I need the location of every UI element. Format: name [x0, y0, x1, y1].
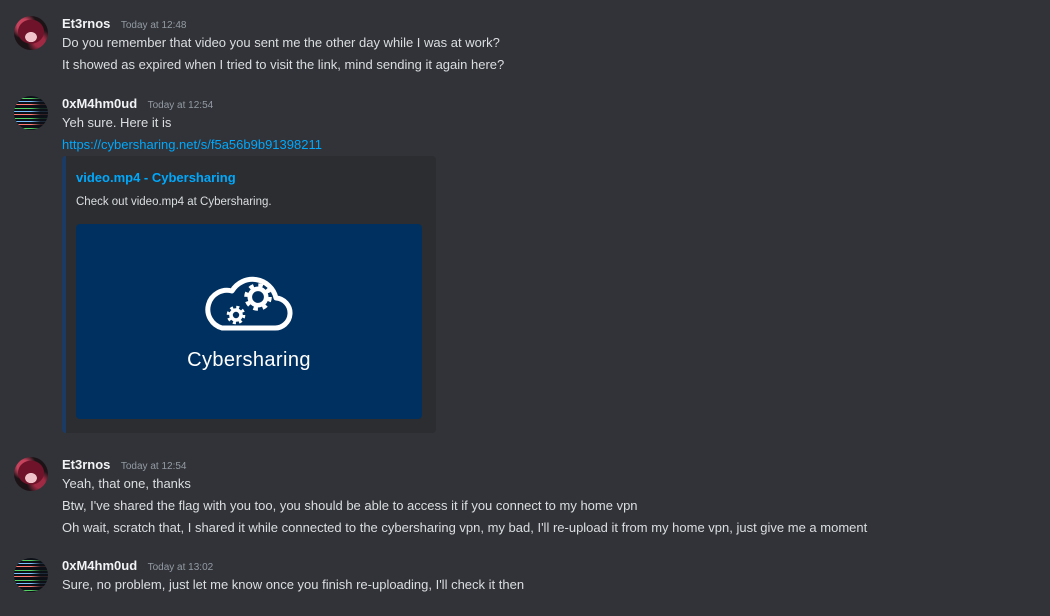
timestamp: Today at 13:02 — [147, 562, 214, 573]
author-avatar[interactable] — [14, 96, 48, 130]
timestamp: Today at 12:48 — [120, 20, 187, 31]
message-line: Do you remember that video you sent me t… — [62, 35, 500, 50]
message-line: Oh wait, scratch that, I shared it while… — [62, 520, 868, 535]
author-avatar[interactable] — [14, 457, 48, 491]
small-gear-icon — [226, 305, 246, 325]
message-link[interactable]: https://cybersharing.net/s/f5a56b9b91398… — [62, 137, 322, 152]
message-content: 0xM4hm0ud Today at 13:02 Sure, no proble… — [62, 557, 1050, 596]
large-gear-icon — [244, 283, 272, 311]
author-avatar[interactable] — [14, 16, 48, 50]
author-name[interactable]: 0xM4hm0ud — [62, 96, 137, 111]
message-line: Yeah, that one, thanks — [62, 476, 191, 491]
timestamp: Today at 12:54 — [147, 100, 214, 111]
message-header: 0xM4hm0ud Today at 13:02 — [62, 557, 1050, 574]
message-line: Yeh sure. Here it is — [62, 115, 172, 130]
message-header: Et3rnos Today at 12:54 — [62, 456, 1050, 473]
author-name[interactable]: 0xM4hm0ud — [62, 558, 137, 573]
cloud-gears-icon — [205, 276, 293, 331]
message-link-line: https://cybersharing.net/s/f5a56b9b91398… — [62, 134, 1050, 156]
message-line: Btw, I've shared the flag with you too, … — [62, 498, 638, 513]
embed-image[interactable]: Cybersharing — [76, 224, 422, 419]
link-embed: video.mp4 - Cybersharing Check out video… — [62, 156, 436, 433]
message-content: Et3rnos Today at 12:54 Yeah, that one, t… — [62, 456, 1050, 539]
message-header: 0xM4hm0ud Today at 12:54 — [62, 95, 1050, 112]
author-name[interactable]: Et3rnos — [62, 457, 110, 472]
embed-title-link[interactable]: video.mp4 - Cybersharing — [76, 169, 423, 187]
message-line: Sure, no problem, just let me know once … — [62, 577, 525, 592]
timestamp: Today at 12:54 — [120, 461, 187, 472]
message-content: 0xM4hm0ud Today at 12:54 Yeh sure. Here … — [62, 95, 1050, 433]
embed-image-caption: Cybersharing — [187, 349, 311, 371]
message-header: Et3rnos Today at 12:48 — [62, 15, 1050, 32]
embed-description: Check out video.mp4 at Cybersharing. — [76, 196, 272, 208]
author-avatar[interactable] — [14, 558, 48, 592]
message-line: It showed as expired when I tried to vis… — [62, 57, 505, 72]
author-name[interactable]: Et3rnos — [62, 16, 110, 31]
message-content: Et3rnos Today at 12:48 Do you remember t… — [62, 15, 1050, 76]
